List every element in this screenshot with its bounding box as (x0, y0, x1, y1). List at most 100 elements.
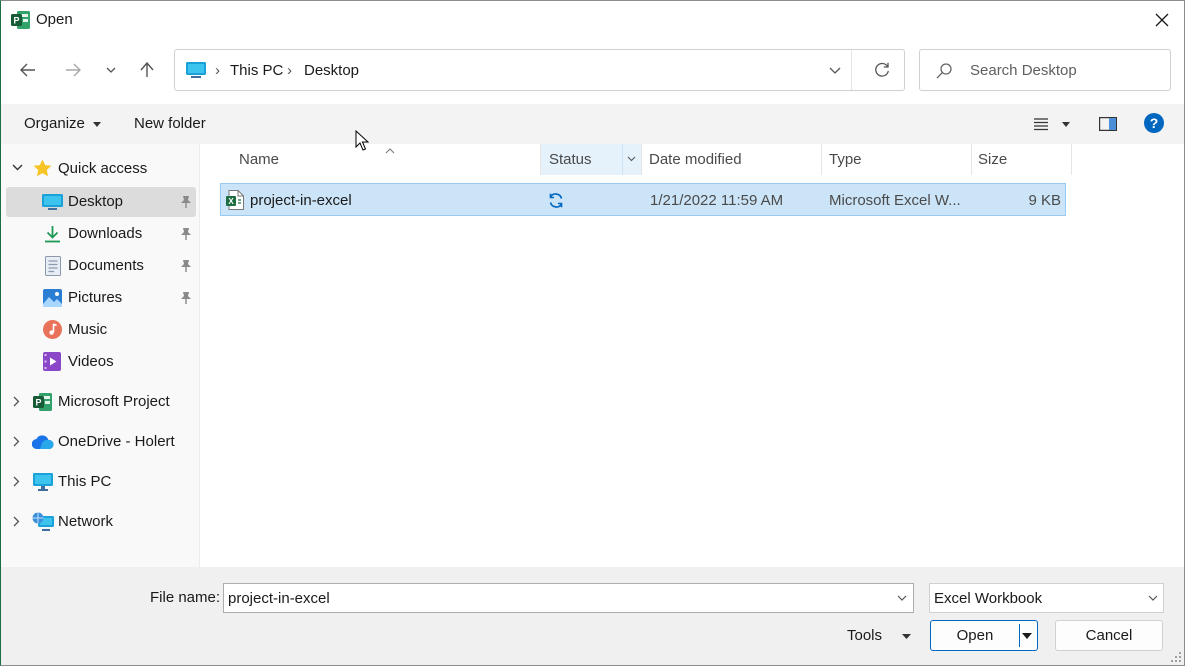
microsoft-project-app-icon: P (11, 11, 30, 29)
cancel-button[interactable]: Cancel (1055, 620, 1163, 651)
column-divider[interactable] (971, 144, 972, 175)
excel-file-icon: X (226, 190, 244, 210)
search-icon (936, 63, 952, 79)
organize-button[interactable]: Organize (24, 115, 102, 132)
pictures-icon (43, 289, 62, 307)
nav-item-this-pc[interactable]: This PC (1, 467, 199, 497)
up-button[interactable] (132, 55, 162, 85)
new-folder-button[interactable]: New folder (134, 115, 206, 132)
nav-quick-access[interactable]: Quick access (1, 154, 199, 184)
column-header-label: Status (549, 151, 592, 168)
breadcrumb-this-pc[interactable]: This PC (230, 62, 283, 79)
chevron-right-icon (13, 396, 20, 407)
chevron-down-icon[interactable] (627, 156, 636, 162)
nav-item-label: This PC (58, 473, 112, 490)
open-button[interactable]: Open (931, 621, 1019, 650)
file-name-input[interactable]: project-in-excel (228, 590, 330, 607)
column-divider[interactable] (1071, 144, 1072, 175)
file-name: project-in-excel (250, 192, 352, 209)
address-divider (851, 50, 852, 90)
pin-icon[interactable] (180, 227, 192, 240)
caret-down-icon[interactable] (1022, 633, 1032, 639)
chevron-right-icon (13, 476, 20, 487)
chevron-down-icon (1148, 595, 1158, 601)
breadcrumb-desktop[interactable]: Desktop (304, 62, 359, 79)
pin-icon[interactable] (180, 291, 192, 304)
tools-label: Tools (847, 627, 883, 644)
pin-icon[interactable] (180, 259, 192, 272)
resize-grip-icon[interactable] (1171, 652, 1181, 662)
change-view-button[interactable] (1026, 109, 1056, 139)
column-divider[interactable] (641, 144, 642, 175)
chevron-down-icon (12, 164, 23, 171)
file-name-label: File name: (150, 589, 221, 606)
refresh-button[interactable] (867, 55, 897, 85)
nav-item-microsoft-project[interactable]: P Microsoft Project (1, 387, 199, 417)
nav-item-onedrive[interactable]: OneDrive - Holert (1, 427, 199, 457)
search-box[interactable]: Search Desktop (919, 49, 1171, 91)
close-button[interactable] (1146, 5, 1178, 35)
nav-item-label: Microsoft Project (58, 393, 170, 410)
column-divider[interactable] (821, 144, 822, 175)
file-type: Microsoft Excel W... (829, 192, 961, 209)
tools-button[interactable]: Tools (847, 627, 912, 644)
sync-icon (549, 193, 563, 208)
chevron-down-icon (829, 67, 841, 74)
nav-item-documents[interactable]: Documents (1, 251, 199, 281)
close-icon (1155, 13, 1169, 27)
nav-item-network[interactable]: Network (1, 507, 199, 537)
preview-pane-button[interactable] (1093, 109, 1123, 139)
refresh-icon (875, 62, 889, 77)
column-header-date-modified[interactable]: Date modified (641, 144, 821, 175)
chevron-down-icon (106, 67, 116, 73)
search-input[interactable]: Search Desktop (970, 62, 1077, 79)
onedrive-icon (32, 435, 54, 449)
nav-item-desktop[interactable]: Desktop (6, 187, 196, 217)
videos-icon (43, 352, 61, 371)
help-button[interactable]: ? (1139, 108, 1169, 138)
nav-item-label: Network (58, 513, 114, 530)
nav-item-music[interactable]: Music (1, 315, 199, 345)
chevron-down-icon[interactable] (897, 595, 907, 601)
view-options-button[interactable] (1053, 109, 1079, 139)
address-bar[interactable]: › This PC › Desktop (174, 49, 905, 91)
list-view-icon (1034, 118, 1048, 131)
column-header-label: Type (829, 151, 862, 168)
open-split-button: Open (930, 620, 1038, 651)
address-history-button[interactable] (820, 55, 850, 85)
chevron-right-icon (13, 436, 20, 447)
chevron-right-icon (13, 516, 20, 527)
nav-item-downloads[interactable]: Downloads (1, 219, 199, 249)
recent-locations-button[interactable] (97, 55, 125, 85)
file-name-combobox[interactable]: project-in-excel (223, 583, 914, 613)
arrow-right-icon (66, 63, 81, 77)
nav-item-videos[interactable]: Videos (1, 347, 199, 377)
arrow-left-icon (20, 63, 35, 77)
back-button[interactable] (13, 55, 43, 85)
svg-text:P: P (35, 398, 41, 408)
split-divider (1019, 624, 1020, 647)
window-title: Open (36, 11, 73, 28)
file-row[interactable]: X project-in-excel 1/21/2022 11:59 AM Mi… (220, 183, 1066, 216)
column-header-size[interactable]: Size (971, 144, 1071, 175)
command-bar: Organize New folder ? (1, 104, 1184, 144)
footer-panel: File name: project-in-excel Excel Workbo… (1, 567, 1184, 665)
network-icon (32, 512, 54, 531)
pin-icon[interactable] (180, 195, 192, 208)
column-header-type[interactable]: Type (821, 144, 971, 175)
file-date-modified: 1/21/2022 11:59 AM (650, 192, 784, 209)
column-header-name[interactable]: Name (231, 144, 540, 175)
file-size: 9 KB (1028, 192, 1061, 209)
forward-button[interactable] (58, 55, 88, 85)
arrow-up-icon (140, 62, 154, 77)
nav-item-label: Downloads (68, 225, 143, 242)
microsoft-project-icon: P (33, 393, 52, 411)
nav-item-pictures[interactable]: Pictures (1, 283, 199, 313)
this-pc-icon (186, 62, 206, 78)
column-divider[interactable] (540, 144, 541, 175)
nav-quick-access-label: Quick access (58, 160, 148, 177)
column-header-status[interactable]: Status (541, 144, 641, 175)
file-type-filter-select[interactable]: Excel Workbook (929, 583, 1164, 613)
documents-icon (45, 256, 61, 276)
music-icon (43, 320, 62, 339)
